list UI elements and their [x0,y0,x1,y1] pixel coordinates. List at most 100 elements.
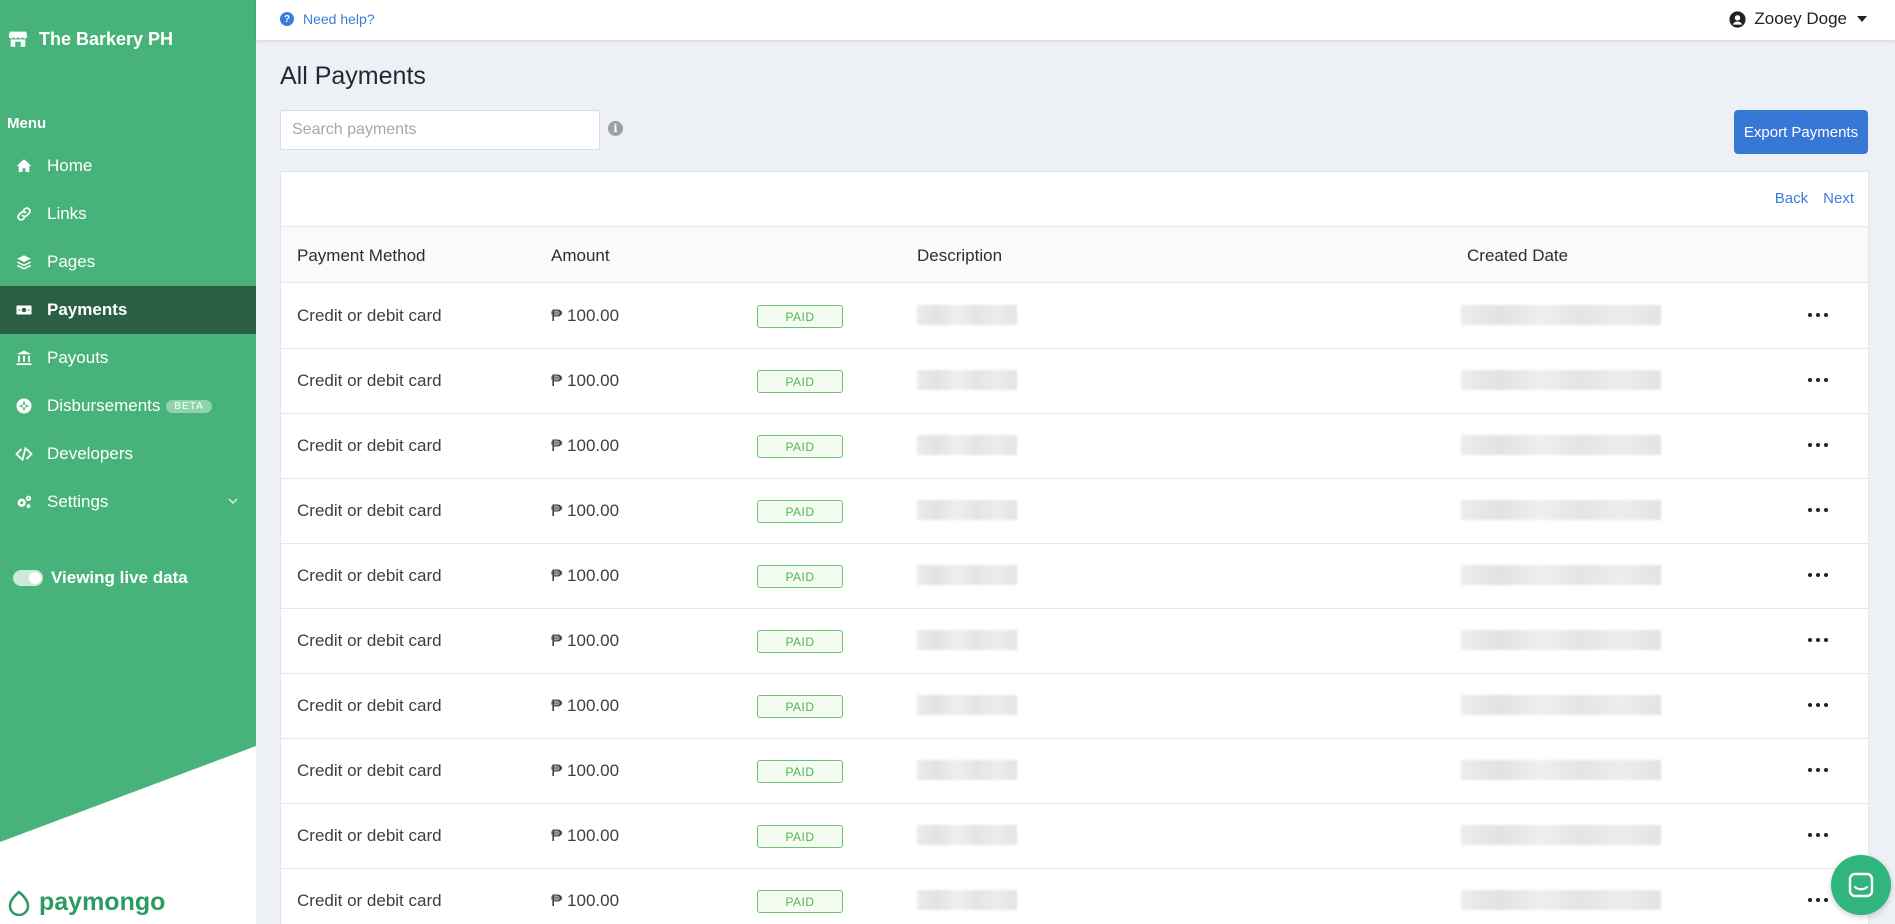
payment-method-cell: Credit or debit card [297,761,442,780]
user-name: Zooey Doge [1754,9,1847,28]
table-row[interactable]: Credit or debit card ₱ 100.00 PAID [281,869,1868,924]
sidebar-item-payments[interactable]: Payments [0,286,256,334]
created-date-redacted [1461,695,1661,715]
more-actions-icon[interactable] [1808,698,1828,712]
more-actions-icon[interactable] [1808,893,1828,907]
amount-cell: ₱ 100.00 [551,631,620,650]
table-header: Payment Method Amount Description Create… [281,226,1868,283]
home-icon [14,156,34,176]
column-header-description[interactable]: Description [917,246,1002,266]
user-menu[interactable]: Zooey Doge [1729,9,1867,29]
created-date-redacted [1461,825,1661,845]
amount-cell: ₱ 100.00 [551,501,620,520]
info-icon[interactable]: i [608,121,623,136]
status-badge: PAID [757,565,843,588]
more-actions-icon[interactable] [1808,568,1828,582]
question-icon: ? [280,12,294,26]
more-actions-icon[interactable] [1808,763,1828,777]
sidebar-item-label: Payments [47,300,128,319]
more-actions-icon[interactable] [1808,438,1828,452]
sidebar-item-home[interactable]: Home [0,142,256,190]
sidebar-item-payouts[interactable]: Payouts [0,334,256,382]
more-actions-icon[interactable] [1808,503,1828,517]
amount-cell: ₱ 100.00 [551,566,620,585]
payment-method-cell: Credit or debit card [297,696,442,715]
payments-table-card: Back Next Payment Method Amount Descript… [280,171,1869,924]
caret-down-icon [1857,16,1867,22]
sidebar-item-pages[interactable]: Pages [0,238,256,286]
table-row[interactable]: Credit or debit card ₱ 100.00 PAID [281,804,1868,869]
status-badge: PAID [757,500,843,523]
table-row[interactable]: Credit or debit card ₱ 100.00 PAID [281,739,1868,804]
payment-method-cell: Credit or debit card [297,371,442,390]
amount-cell: ₱ 100.00 [551,436,620,455]
money-icon [14,300,34,320]
table-row[interactable]: Credit or debit card ₱ 100.00 PAID [281,414,1868,479]
layers-icon [14,252,34,272]
export-payments-button[interactable]: Export Payments [1734,110,1868,154]
table-row[interactable]: Credit or debit card ₱ 100.00 PAID [281,609,1868,674]
payment-method-cell: Credit or debit card [297,501,442,520]
status-badge: PAID [757,370,843,393]
sidebar-item-developers[interactable]: Developers [0,430,256,478]
amount-cell: ₱ 100.00 [551,761,620,780]
chat-launcher-button[interactable] [1831,855,1891,915]
created-date-redacted [1461,500,1661,520]
live-data-toggle[interactable]: Viewing live data [13,568,188,588]
created-date-redacted [1461,565,1661,585]
next-link[interactable]: Next [1823,190,1854,207]
toggle-switch[interactable] [13,570,43,586]
sidebar-item-label: Settings [47,492,109,511]
paymongo-logo: paymongo [6,888,165,917]
bank-icon [14,348,34,368]
chat-icon [1848,872,1874,898]
sidebar-item-label: Developers [47,444,133,463]
more-actions-icon[interactable] [1808,308,1828,322]
sidebar-nav: Home Links Pages Payments Payouts Disbur… [0,142,256,526]
page-title: All Payments [280,62,426,90]
amount-cell: ₱ 100.00 [551,696,620,715]
description-redacted [917,890,1017,910]
payment-method-cell: Credit or debit card [297,826,442,845]
column-header-created-date[interactable]: Created Date [1467,246,1568,266]
payment-method-cell: Credit or debit card [297,631,442,650]
table-row[interactable]: Credit or debit card ₱ 100.00 PAID [281,674,1868,739]
column-header-payment-method[interactable]: Payment Method [297,246,426,266]
status-badge: PAID [757,760,843,783]
chevron-down-icon[interactable] [228,496,238,506]
table-row[interactable]: Credit or debit card ₱ 100.00 PAID [281,544,1868,609]
sidebar-item-links[interactable]: Links [0,190,256,238]
description-redacted [917,500,1017,520]
top-bar: ? Need help? Zooey Doge [256,0,1895,40]
more-actions-icon[interactable] [1808,633,1828,647]
status-badge: PAID [757,890,843,913]
search-input[interactable] [280,110,600,150]
more-actions-icon[interactable] [1808,828,1828,842]
sidebar-item-label: Pages [47,252,96,271]
need-help-link[interactable]: ? Need help? [280,11,375,27]
sidebar-item-disbursements[interactable]: Disbursements BETA [0,382,256,430]
table-row[interactable]: Credit or debit card ₱ 100.00 PAID [281,284,1868,349]
logo-text: paymongo [39,888,166,916]
table-row[interactable]: Credit or debit card ₱ 100.00 PAID [281,349,1868,414]
column-header-amount[interactable]: Amount [551,246,610,266]
description-redacted [917,370,1017,390]
sidebar-item-label: Links [47,204,87,223]
sidebar-item-label: Disbursements [47,396,161,415]
store-icon [8,31,28,47]
description-redacted [917,760,1017,780]
table-row[interactable]: Credit or debit card ₱ 100.00 PAID [281,479,1868,544]
payment-method-cell: Credit or debit card [297,436,442,455]
status-badge: PAID [757,825,843,848]
back-link[interactable]: Back [1775,190,1808,207]
description-redacted [917,305,1017,325]
disbursement-icon [14,396,34,416]
sidebar-item-label: Payouts [47,348,109,367]
created-date-redacted [1461,760,1661,780]
amount-cell: ₱ 100.00 [551,371,620,390]
created-date-redacted [1461,305,1661,325]
status-badge: PAID [757,435,843,458]
brand[interactable]: The Barkery PH [7,28,173,50]
sidebar-item-settings[interactable]: Settings [0,478,256,526]
more-actions-icon[interactable] [1808,373,1828,387]
